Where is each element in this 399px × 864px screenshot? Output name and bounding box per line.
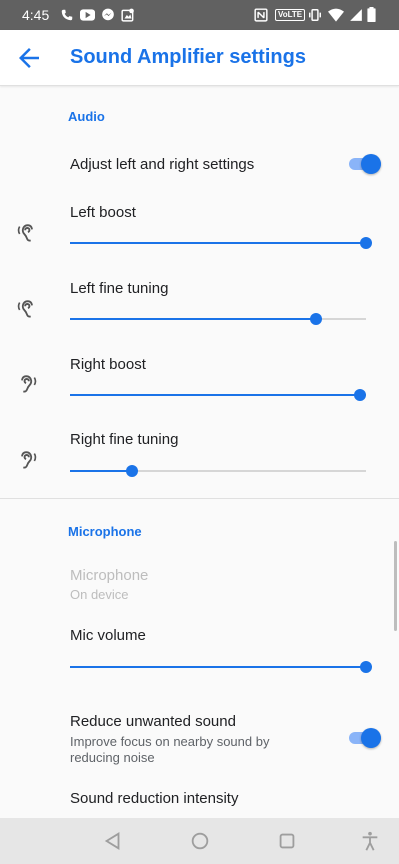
right-boost-slider[interactable] <box>70 387 367 403</box>
right-boost-label: Right boost <box>70 356 146 373</box>
app-bar: Sound Amplifier settings <box>0 30 399 86</box>
left-boost-slider[interactable] <box>70 235 372 251</box>
right-fine-tuning-label: Right fine tuning <box>70 431 179 448</box>
volte-icon: VoLTE <box>275 9 306 21</box>
messenger-icon <box>102 8 114 21</box>
left-fine-tuning-label: Left fine tuning <box>70 280 169 297</box>
mic-volume-slider[interactable] <box>70 659 372 675</box>
left-ear-icon <box>17 224 33 242</box>
section-header-audio: Audio <box>68 109 105 124</box>
settings-list[interactable]: Audio Adjust left and right settings Lef… <box>0 86 399 818</box>
right-boost-thumb[interactable] <box>354 389 367 401</box>
reduce-sound-label: Reduce unwanted sound <box>70 713 236 730</box>
status-bar: 4:45 VoLTE <box>0 0 399 30</box>
section-divider <box>0 498 399 499</box>
scrollbar[interactable] <box>394 541 397 631</box>
right-ear-icon <box>21 451 37 469</box>
recents-square-icon[interactable] <box>276 830 298 852</box>
battery-icon <box>367 7 376 22</box>
left-fine-tuning-slider[interactable] <box>70 311 366 327</box>
sound-reduction-intensity-label: Sound reduction intensity <box>70 790 239 807</box>
adjust-left-right-toggle[interactable] <box>349 154 381 174</box>
mic-volume-label: Mic volume <box>70 627 146 644</box>
status-time: 4:45 <box>22 7 50 23</box>
left-ear-icon <box>17 300 33 318</box>
nfc-icon <box>254 8 268 22</box>
phone-icon <box>61 9 73 21</box>
notification-icon <box>121 8 134 22</box>
adjust-left-right-label: Adjust left and right settings <box>70 156 255 173</box>
section-header-microphone: Microphone <box>68 524 142 539</box>
home-circle-icon[interactable] <box>189 830 211 852</box>
signal-icon <box>350 9 362 21</box>
right-fine-tuning-slider[interactable] <box>70 463 366 479</box>
back-triangle-icon[interactable] <box>102 830 124 852</box>
arrow-back-icon[interactable] <box>14 43 44 73</box>
left-fine-tuning-thumb[interactable] <box>309 313 322 325</box>
reduce-sound-description: Improve focus on nearby sound by reducin… <box>70 734 270 765</box>
mic-volume-thumb[interactable] <box>360 661 372 673</box>
reduce-sound-toggle[interactable] <box>349 728 381 748</box>
right-ear-icon <box>21 375 37 393</box>
right-fine-tuning-thumb[interactable] <box>126 465 139 477</box>
left-boost-thumb[interactable] <box>360 237 372 249</box>
youtube-icon <box>80 9 95 21</box>
vibrate-icon <box>309 9 321 21</box>
microphone-source-label: Microphone <box>70 567 149 584</box>
page-title: Sound Amplifier settings <box>70 46 306 68</box>
accessibility-icon[interactable] <box>359 830 381 852</box>
microphone-source-value: On device <box>70 587 129 602</box>
navigation-bar <box>0 818 399 864</box>
wifi-icon <box>328 8 344 22</box>
left-boost-label: Left boost <box>70 204 136 221</box>
